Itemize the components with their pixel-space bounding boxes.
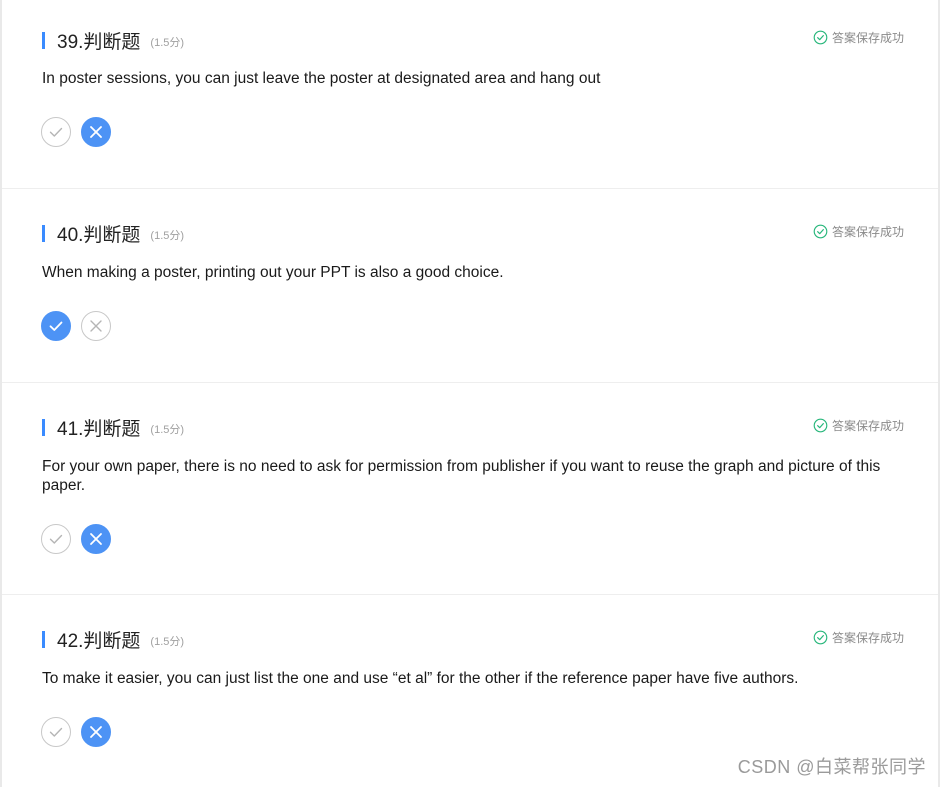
question-title: 41.判断题 <box>57 418 141 440</box>
question-card: 39.判断题 (1.5分) 答案保存成功 In poster sessions,… <box>2 0 938 189</box>
question-score: (1.5分) <box>150 230 185 242</box>
x-icon <box>90 320 102 332</box>
accent-bar <box>42 224 45 242</box>
question-header: 39.判断题 (1.5分) <box>42 29 185 53</box>
question-title: 42.判断题 <box>57 630 141 652</box>
check-icon <box>49 534 63 544</box>
false-option-button[interactable] <box>81 717 111 747</box>
question-header: 41.判断题 (1.5分) <box>42 416 185 440</box>
save-status-text: 答案保存成功 <box>831 31 904 45</box>
save-status: 答案保存成功 <box>813 629 904 646</box>
accent-bar <box>42 418 45 436</box>
question-header: 40.判断题 (1.5分) <box>42 222 185 246</box>
save-status: 答案保存成功 <box>813 417 904 434</box>
true-option-button[interactable] <box>41 311 71 341</box>
watermark: CSDN @白菜帮张同学 <box>737 757 926 777</box>
answer-options <box>41 717 111 747</box>
save-status-text: 答案保存成功 <box>831 225 904 239</box>
check-icon <box>49 727 63 737</box>
x-icon <box>90 726 102 738</box>
accent-bar <box>42 630 45 648</box>
question-score: (1.5分) <box>150 424 185 436</box>
save-status-text: 答案保存成功 <box>831 419 904 433</box>
check-circle-icon <box>813 630 828 645</box>
false-option-button[interactable] <box>81 311 111 341</box>
x-icon <box>90 533 102 545</box>
save-status: 答案保存成功 <box>813 223 904 240</box>
question-text: To make it easier, you can just list the… <box>42 670 799 687</box>
check-circle-icon <box>813 224 828 239</box>
check-circle-icon <box>813 30 828 45</box>
question-text: For your own paper, there is no need to … <box>42 458 881 494</box>
question-title: 39.判断题 <box>57 31 141 53</box>
check-icon <box>49 321 63 331</box>
answer-options <box>41 311 111 341</box>
answer-options <box>41 117 111 147</box>
answer-options <box>41 524 111 554</box>
true-option-button[interactable] <box>41 117 71 147</box>
question-card: 41.判断题 (1.5分) 答案保存成功 For your own paper,… <box>2 383 938 595</box>
check-circle-icon <box>813 418 828 433</box>
check-icon <box>49 127 63 137</box>
true-option-button[interactable] <box>41 717 71 747</box>
accent-bar <box>42 31 45 49</box>
question-header: 42.判断题 (1.5分) <box>42 628 185 652</box>
question-score: (1.5分) <box>150 636 185 648</box>
x-icon <box>90 126 102 138</box>
question-title: 40.判断题 <box>57 224 141 246</box>
question-score: (1.5分) <box>150 37 185 49</box>
false-option-button[interactable] <box>81 117 111 147</box>
question-text: In poster sessions, you can just leave t… <box>42 70 601 87</box>
false-option-button[interactable] <box>81 524 111 554</box>
question-text: When making a poster, printing out your … <box>42 264 504 281</box>
question-card: 40.判断题 (1.5分) 答案保存成功 When making a poste… <box>2 189 938 383</box>
save-status: 答案保存成功 <box>813 29 904 46</box>
quiz-page: 39.判断题 (1.5分) 答案保存成功 In poster sessions,… <box>0 0 940 787</box>
true-option-button[interactable] <box>41 524 71 554</box>
save-status-text: 答案保存成功 <box>831 631 904 645</box>
